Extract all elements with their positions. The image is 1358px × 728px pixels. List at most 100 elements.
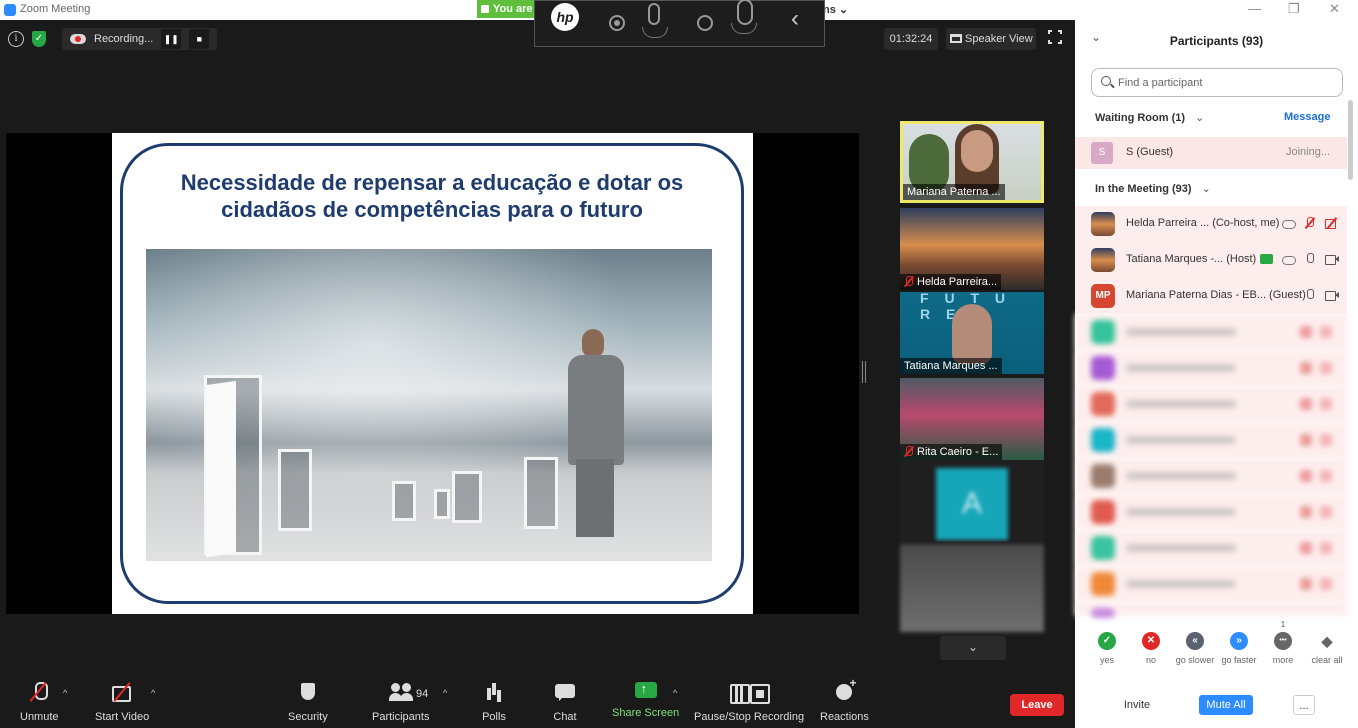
cloud-icon bbox=[1281, 253, 1296, 265]
feedback-no-button[interactable]: ✕ no bbox=[1129, 624, 1173, 665]
participant-row-blurred[interactable] bbox=[1075, 494, 1347, 530]
thumbnail-name: Rita Caeiro - E... bbox=[900, 444, 1003, 460]
participant-row-blurred[interactable] bbox=[1075, 386, 1347, 422]
video-thumbnail[interactable]: Mariana Paterna ... bbox=[900, 121, 1044, 203]
door-graphic bbox=[452, 471, 482, 523]
invite-button[interactable]: Invite bbox=[1119, 695, 1155, 715]
participant-row-blurred[interactable] bbox=[1075, 422, 1347, 458]
participants-panel: ⌄ Participants (93) Waiting Room (1) ⌄ Me… bbox=[1075, 20, 1358, 728]
fullscreen-icon[interactable] bbox=[1047, 29, 1063, 45]
participant-row[interactable]: Helda Parreira ... (Co-host, me) bbox=[1075, 206, 1347, 242]
start-video-button[interactable]: Start Video bbox=[95, 682, 149, 723]
hp-record-icon[interactable] bbox=[609, 15, 625, 31]
pause-recording-button[interactable]: ❚❚ bbox=[161, 29, 182, 49]
speaker-view-label: Speaker View bbox=[965, 33, 1033, 45]
in-meeting-header[interactable]: In the Meeting (93) ⌄ bbox=[1095, 182, 1211, 195]
feedback-label: more bbox=[1272, 655, 1294, 665]
mute-all-button[interactable]: Mute All bbox=[1199, 695, 1253, 715]
feedback-go-slower-button[interactable]: « go slower bbox=[1173, 624, 1217, 665]
reactions-button[interactable]: Reactions bbox=[820, 676, 869, 723]
video-thumbnail[interactable] bbox=[900, 544, 1044, 632]
video-thumbnail[interactable]: Rita Caeiro - E... bbox=[900, 378, 1044, 460]
mic-icon bbox=[1303, 289, 1317, 301]
panel-title: Participants (93) bbox=[1169, 34, 1264, 48]
feedback-yes-button[interactable]: ✓ yes bbox=[1085, 624, 1129, 665]
chat-button[interactable]: Chat bbox=[553, 682, 577, 723]
speaker-view-button[interactable]: Speaker View bbox=[946, 28, 1036, 50]
participants-count: 94 bbox=[416, 688, 429, 700]
feedback-label: go slower bbox=[1175, 655, 1215, 665]
participant-row[interactable]: MP Mariana Paterna Dias - EB... (Guest) bbox=[1075, 278, 1347, 314]
unmute-button[interactable]: Unmute bbox=[20, 682, 59, 723]
participant-name: Mariana Paterna Dias - EB... (Guest) bbox=[1126, 289, 1306, 301]
cloud-icon bbox=[1281, 217, 1296, 229]
share-options-dropdown[interactable]: ns ⌄ bbox=[823, 3, 848, 16]
participant-name: S (Guest) bbox=[1126, 146, 1174, 158]
panel-resize-handle[interactable] bbox=[862, 361, 866, 383]
encryption-shield-icon[interactable]: ✓ bbox=[32, 31, 46, 47]
hp-collapse-icon[interactable]: ‹ bbox=[791, 5, 799, 33]
message-waiting-room-button[interactable]: Message bbox=[1284, 111, 1330, 123]
video-thumbnail[interactable]: F U T U R E Tatiana Marques ... bbox=[900, 292, 1044, 374]
share-screen-button[interactable]: Share Screen bbox=[612, 681, 679, 719]
search-input[interactable] bbox=[1118, 73, 1328, 93]
waiting-room-header[interactable]: Waiting Room (1) ⌄ bbox=[1095, 111, 1204, 124]
thumbnail-name: Mariana Paterna ... bbox=[903, 184, 1005, 200]
video-icon bbox=[1325, 289, 1339, 301]
panel-more-button[interactable]: ... bbox=[1293, 695, 1315, 715]
stop-recording-button[interactable]: ■ bbox=[189, 29, 210, 49]
hp-mic-large-icon[interactable] bbox=[731, 0, 757, 34]
feedback-more-button[interactable]: 1 ••• more bbox=[1261, 620, 1305, 665]
participant-row-blurred[interactable] bbox=[1075, 530, 1347, 566]
share-options-caret-icon[interactable]: ^ bbox=[673, 688, 677, 698]
panel-scrollbar[interactable] bbox=[1348, 100, 1353, 180]
audio-options-caret-icon[interactable]: ^ bbox=[63, 688, 67, 698]
feedback-label: go faster bbox=[1221, 655, 1257, 665]
participant-status: Joining... bbox=[1286, 146, 1331, 158]
participants-options-caret-icon[interactable]: ^ bbox=[443, 688, 447, 698]
participant-row[interactable]: Tatiana Marques -... (Host) bbox=[1075, 242, 1347, 278]
participants-label: Participants bbox=[372, 711, 430, 723]
scroll-thumbnails-down-icon[interactable]: ⌄ bbox=[940, 636, 1006, 660]
hp-mic-icon[interactable] bbox=[642, 3, 668, 38]
rewind-icon: « bbox=[1186, 632, 1204, 650]
muted-mic-icon bbox=[27, 682, 51, 702]
participant-row-blurred[interactable] bbox=[1075, 566, 1347, 602]
video-thumbnail[interactable]: A bbox=[900, 460, 1044, 542]
slide-title: Necessidade de repensar a educação e dot… bbox=[180, 170, 684, 222]
info-icon[interactable]: i bbox=[8, 31, 24, 47]
feedback-go-faster-button[interactable]: » go faster bbox=[1217, 624, 1261, 665]
participant-row-blurred[interactable] bbox=[1075, 458, 1347, 494]
in-meeting-label: In the Meeting (93) bbox=[1095, 183, 1192, 195]
leave-button[interactable]: Leave bbox=[1010, 694, 1064, 716]
avatar bbox=[1091, 212, 1115, 236]
security-button[interactable]: Security bbox=[288, 682, 328, 723]
meeting-timer: 01:32:24 bbox=[884, 28, 938, 50]
participant-row-blurred[interactable] bbox=[1075, 350, 1347, 386]
polls-label: Polls bbox=[482, 711, 506, 723]
video-thumbnail[interactable]: Helda Parreira... bbox=[900, 208, 1044, 290]
close-icon[interactable]: ✕ bbox=[1329, 1, 1340, 17]
polls-button[interactable]: Polls bbox=[482, 682, 506, 723]
participant-row-blurred[interactable] bbox=[1075, 602, 1347, 618]
x-icon: ✕ bbox=[1142, 632, 1160, 650]
participants-icon bbox=[388, 682, 413, 702]
zoom-app-icon bbox=[4, 4, 16, 16]
chevron-down-icon: ⌄ bbox=[1201, 183, 1211, 195]
businessman-figure bbox=[564, 329, 628, 537]
meeting-stage: You are ns ⌄ hp ‹ i ✓ Recording... ❚❚ ■ … bbox=[0, 0, 1075, 728]
feedback-label: no bbox=[1145, 655, 1156, 665]
hp-circle-icon[interactable] bbox=[697, 15, 713, 31]
chevron-down-icon: ⌄ bbox=[1195, 112, 1205, 124]
feedback-clear-all-button[interactable]: ◆ clear all bbox=[1305, 624, 1349, 665]
minimize-icon[interactable]: — bbox=[1248, 1, 1261, 16]
pause-stop-recording-icon bbox=[730, 682, 771, 704]
participant-row-blurred[interactable] bbox=[1075, 314, 1347, 350]
video-options-caret-icon[interactable]: ^ bbox=[151, 688, 155, 698]
recording-label: Recording... bbox=[94, 33, 154, 45]
restore-icon[interactable]: ❐ bbox=[1288, 1, 1300, 17]
avatar: MP bbox=[1091, 284, 1115, 308]
pause-stop-recording-button[interactable]: Pause/Stop Recording bbox=[694, 682, 804, 723]
waiting-participant-row[interactable]: S S (Guest) Joining... bbox=[1075, 137, 1347, 169]
participant-search[interactable] bbox=[1091, 68, 1343, 97]
